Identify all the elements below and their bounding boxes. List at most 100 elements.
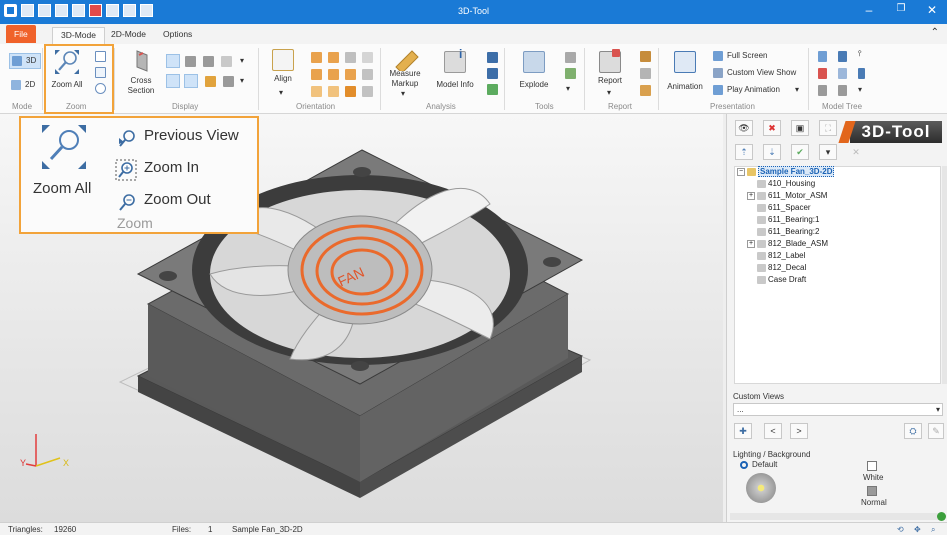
custom-view-show-icon[interactable] xyxy=(713,68,723,78)
tab-file[interactable]: File xyxy=(6,25,36,43)
callout-zoom-out-label[interactable]: Zoom Out xyxy=(144,191,211,208)
cross-section-label[interactable]: Cross Section xyxy=(122,76,160,96)
white-background-checkbox[interactable] xyxy=(867,461,877,471)
measure-icon[interactable] xyxy=(394,49,420,71)
tree-more-icon[interactable]: ▾ xyxy=(858,85,862,95)
callout-zoom-out-icon[interactable] xyxy=(117,192,137,212)
model-info-label[interactable]: Model Info xyxy=(431,80,479,90)
view-dimetric-icon[interactable] xyxy=(362,69,373,80)
minimize-button[interactable]: – xyxy=(854,3,884,17)
report-export-icon[interactable] xyxy=(640,85,651,96)
rotate-y-icon[interactable] xyxy=(328,86,339,97)
tree-node[interactable]: 410_Housing xyxy=(757,179,815,188)
explode-label[interactable]: Explode xyxy=(514,80,554,90)
view-back-icon[interactable] xyxy=(328,52,339,63)
tab-options[interactable]: Options xyxy=(155,27,200,44)
collapse-ribbon-icon[interactable]: ⌃ xyxy=(931,27,939,38)
unhide-icon[interactable]: ⛶ xyxy=(819,120,837,136)
align-icon[interactable] xyxy=(272,49,294,71)
callout-previous-view-icon[interactable] xyxy=(117,128,137,148)
zoom-all-large-icon[interactable] xyxy=(41,124,87,170)
report-label[interactable]: Report xyxy=(592,76,628,86)
delete-custom-view-icon[interactable]: ✎ xyxy=(928,423,944,439)
normal-background-checkbox[interactable] xyxy=(867,486,877,496)
report-dropdown-icon[interactable]: ▾ xyxy=(607,88,611,98)
compare-icon[interactable] xyxy=(487,68,498,79)
previous-custom-view-button[interactable]: < xyxy=(764,423,782,439)
full-screen-icon[interactable] xyxy=(713,51,723,61)
tree-group-icon[interactable] xyxy=(818,85,827,96)
callout-zoom-in-icon[interactable] xyxy=(115,159,137,181)
tree-ungroup-icon[interactable] xyxy=(838,85,847,96)
collapse-toggle-icon[interactable]: − xyxy=(737,167,745,176)
maximize-button[interactable]: ❐ xyxy=(886,3,916,14)
tree-select-icon[interactable] xyxy=(858,68,865,79)
custom-view-show-label[interactable]: Custom View Show xyxy=(727,68,796,78)
tree-node[interactable]: 812_Decal xyxy=(757,263,806,272)
play-animation-dropdown-icon[interactable]: ▾ xyxy=(795,85,799,95)
tree-node[interactable]: 812_Label xyxy=(757,251,805,260)
animation-icon[interactable] xyxy=(674,51,696,73)
view-right-icon[interactable] xyxy=(362,52,373,63)
tree-node[interactable]: +611_Motor_ASM xyxy=(747,191,827,200)
tree-node-root[interactable]: − Sample Fan_3D-2D xyxy=(737,166,835,177)
pencil-icon[interactable] xyxy=(205,76,216,87)
model-tree[interactable]: − Sample Fan_3D-2D 410_Housing +611_Motor… xyxy=(734,166,941,384)
animation-label[interactable]: Animation xyxy=(662,82,708,92)
view-bottom-icon[interactable] xyxy=(328,69,339,80)
expand-toggle-icon[interactable]: + xyxy=(747,239,755,248)
view-iso-icon[interactable] xyxy=(345,69,356,80)
tab-3d-mode[interactable]: 3D-Mode xyxy=(52,27,105,44)
view-top-icon[interactable] xyxy=(311,69,322,80)
default-radio[interactable] xyxy=(740,461,748,469)
align-label[interactable]: Align xyxy=(266,74,300,84)
tree-delete-icon[interactable] xyxy=(818,68,827,79)
tree-show-icon[interactable] xyxy=(818,51,827,62)
tool-export-icon[interactable] xyxy=(565,68,576,79)
mode-2d-button[interactable]: 2D xyxy=(9,78,41,94)
expand-toggle-icon[interactable]: + xyxy=(747,191,755,200)
tab-2d-mode[interactable]: 2D-Mode xyxy=(103,27,154,44)
callout-zoom-all-label[interactable]: Zoom All xyxy=(33,180,91,197)
show-all-icon[interactable]: ▣ xyxy=(791,120,809,136)
light-sphere-icon[interactable] xyxy=(746,473,776,503)
rotate-x-icon[interactable] xyxy=(311,86,322,97)
explode-icon[interactable] xyxy=(523,51,545,73)
delete-icon[interactable]: ✖ xyxy=(763,120,781,136)
play-animation-label[interactable]: Play Animation xyxy=(727,85,780,95)
report-pdf-icon[interactable] xyxy=(640,51,651,62)
view-left-icon[interactable] xyxy=(345,52,356,63)
cross-section-icon[interactable] xyxy=(133,49,151,73)
align-dropdown-icon[interactable]: ▾ xyxy=(279,88,283,98)
statistics-icon[interactable] xyxy=(487,52,498,63)
tree-scrollbar[interactable] xyxy=(942,166,947,384)
hidden-line-icon[interactable] xyxy=(203,56,214,67)
callout-zoom-in-label[interactable]: Zoom In xyxy=(144,159,199,176)
tree-collapse-icon[interactable]: ⇣ xyxy=(763,144,781,160)
report-print-icon[interactable] xyxy=(640,68,651,79)
flip-icon[interactable] xyxy=(362,86,373,97)
tree-node[interactable]: 611_Bearing:2 xyxy=(757,227,819,236)
next-custom-view-button[interactable]: > xyxy=(790,423,808,439)
close-button[interactable]: ✕ xyxy=(917,3,947,17)
close-tree-icon[interactable]: ✕ xyxy=(847,144,865,160)
rotate-icon[interactable]: ⟲ xyxy=(897,525,904,534)
tree-expand-icon[interactable]: ⇡ xyxy=(735,144,753,160)
rotate-z-icon[interactable] xyxy=(345,86,356,97)
view-front-icon[interactable] xyxy=(311,52,322,63)
wireframe-icon[interactable] xyxy=(185,56,196,67)
tree-pin-icon[interactable]: ⫯ xyxy=(858,49,861,59)
model-info-icon[interactable] xyxy=(444,51,466,73)
measure-markup-label[interactable]: Measure Markup xyxy=(384,69,426,89)
edit-custom-view-icon[interactable]: ⛭ xyxy=(904,423,922,439)
edges-button[interactable] xyxy=(166,74,180,88)
add-custom-view-icon[interactable]: ✚ xyxy=(734,423,752,439)
tree-node[interactable]: 611_Bearing:1 xyxy=(757,215,819,224)
pan-icon[interactable]: ✥ xyxy=(914,525,921,534)
display-dropdown-icon[interactable]: ▾ xyxy=(240,56,244,66)
eye-icon[interactable]: 👁 xyxy=(735,120,753,136)
zoom-status-icon[interactable]: ⌕ xyxy=(931,525,935,535)
callout-previous-view-label[interactable]: Previous View xyxy=(144,127,239,144)
tree-node[interactable]: 611_Spacer xyxy=(757,203,811,212)
check-icon[interactable] xyxy=(487,84,498,95)
